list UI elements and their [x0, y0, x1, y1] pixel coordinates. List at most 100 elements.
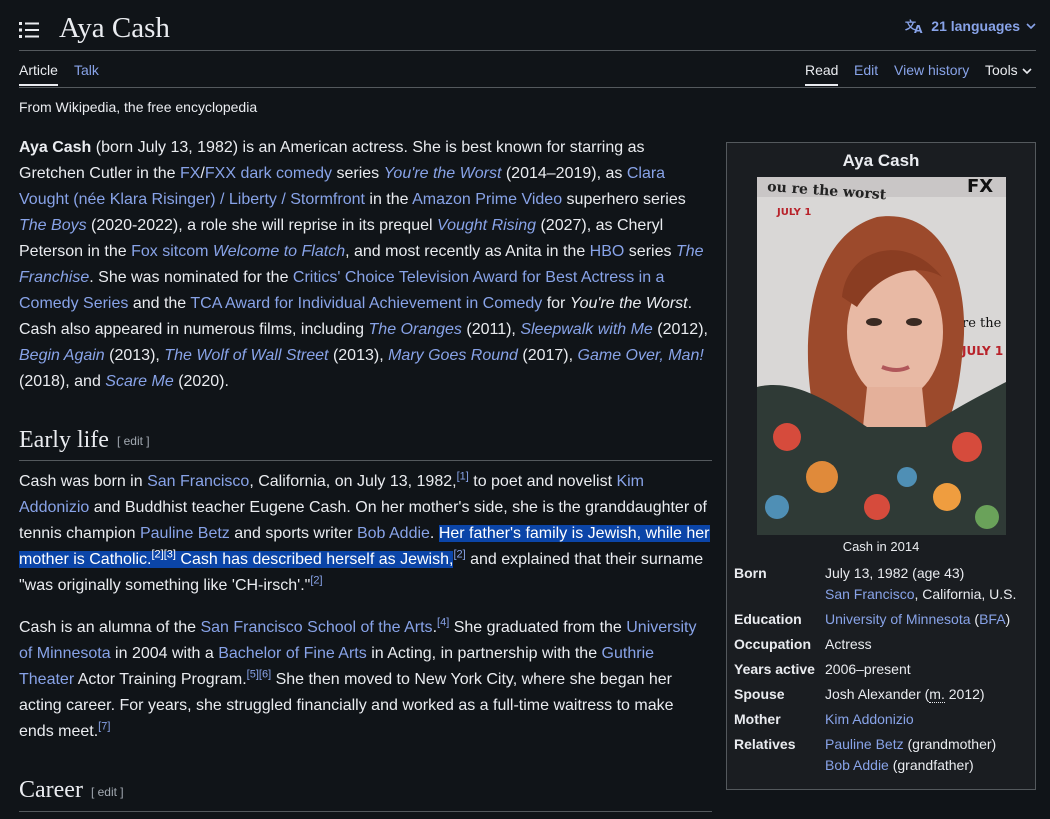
- link-dark-comedy[interactable]: dark comedy: [240, 165, 332, 182]
- text: (2020-2022), a role she will reprise in …: [86, 217, 437, 234]
- tab-view-history[interactable]: View history: [894, 62, 969, 84]
- page-tabs: Article Talk Read Edit View history Tool…: [19, 62, 1036, 88]
- link-begin-again[interactable]: Begin Again: [19, 347, 105, 364]
- link-san-francisco[interactable]: San Francisco: [825, 586, 914, 602]
- row-value: July 13, 1982 (age 43) San Francisco, Cal…: [825, 563, 1030, 605]
- link-the-boys[interactable]: The Boys: [19, 217, 87, 234]
- tab-talk[interactable]: Talk: [74, 62, 99, 84]
- link-sf-school-of-the-arts[interactable]: San Francisco School of the Arts: [200, 619, 432, 636]
- text: (2018), and: [19, 373, 106, 390]
- text: You're the Worst: [569, 295, 688, 312]
- infobox-row-years-active: Years active 2006–present: [734, 659, 1030, 680]
- citation-link[interactable]: [2]: [310, 575, 322, 587]
- row-label: Born: [734, 565, 767, 581]
- row-value: Actress: [825, 636, 872, 652]
- link-san-francisco[interactable]: San Francisco: [147, 473, 249, 490]
- text: (2013),: [104, 347, 165, 364]
- link-amazon-prime-video[interactable]: Amazon Prime Video: [412, 191, 562, 208]
- born-date: July 13, 1982 (age 43): [825, 565, 965, 581]
- infobox-caption: Cash in 2014: [842, 539, 920, 554]
- menu-icon[interactable]: [19, 21, 39, 39]
- edit-label: [ edit ]: [116, 434, 150, 449]
- text: She graduated from the: [449, 619, 627, 637]
- link-sitcom[interactable]: sitcom: [162, 243, 208, 260]
- citation-link[interactable]: [2]: [453, 549, 465, 561]
- link-bfa[interactable]: BFA: [979, 611, 1005, 627]
- svg-text:JULY 1: JULY 1: [961, 344, 1003, 358]
- infobox-row-relatives: Relatives Pauline Betz (grandmother) Bob …: [734, 734, 1030, 776]
- tab-edit[interactable]: Edit: [854, 62, 878, 84]
- edit-label: [ edit ]: [90, 784, 124, 799]
- row-label: Spouse: [734, 686, 785, 702]
- link-fx[interactable]: FX: [180, 165, 200, 182]
- text: Actor Training Program.: [74, 671, 247, 689]
- row-label: Relatives: [734, 736, 796, 752]
- article-body: Aya Cash (born July 13, 1982) is an Amer…: [19, 135, 712, 812]
- link-youre-the-worst[interactable]: You're the Worst: [384, 165, 502, 182]
- text: , California, on July 13, 1982,: [249, 473, 457, 491]
- link-welcome-to-flatch[interactable]: Welcome to Flatch: [213, 243, 345, 260]
- citation-link[interactable]: [3]: [164, 549, 176, 561]
- link-hbo[interactable]: HBO: [590, 243, 625, 260]
- tab-article[interactable]: Article: [19, 62, 58, 86]
- svg-text:A: A: [914, 23, 923, 34]
- link-fox[interactable]: Fox: [131, 243, 158, 260]
- language-button[interactable]: 文 A 21 languages: [905, 18, 1036, 34]
- infobox-title: Aya Cash: [842, 151, 920, 170]
- heading-text: Career: [19, 777, 83, 804]
- citation-link[interactable]: [4]: [437, 617, 449, 629]
- text: in the: [364, 191, 413, 208]
- infobox-row-born: Born July 13, 1982 (age 43) San Francisco…: [734, 563, 1030, 605]
- chevron-down-icon: [1026, 23, 1036, 30]
- link-the-oranges[interactable]: The Oranges: [369, 321, 462, 338]
- text: (2013),: [328, 347, 389, 364]
- tagline: From Wikipedia, the free encyclopedia: [19, 99, 258, 115]
- link-game-over-man[interactable]: Game Over, Man!: [578, 347, 704, 364]
- section-heading-career: Career [ edit ]: [19, 775, 712, 812]
- link-bob-addie[interactable]: Bob Addie: [825, 757, 889, 773]
- link-kim-addonizio[interactable]: Kim Addonizio: [825, 711, 914, 727]
- svg-text:re the: re the: [962, 316, 1002, 331]
- link-mary-goes-round[interactable]: Mary Goes Round: [388, 347, 518, 364]
- chevron-down-icon: [1022, 68, 1032, 75]
- link-vought-rising[interactable]: Vought Rising: [437, 217, 536, 234]
- link-university-of-minnesota[interactable]: University of Minnesota: [825, 611, 971, 627]
- edit-section-link[interactable]: [ edit ]: [91, 785, 124, 799]
- link-pauline-betz[interactable]: Pauline Betz: [825, 736, 904, 752]
- link-bachelor-of-fine-arts[interactable]: Bachelor of Fine Arts: [218, 645, 367, 662]
- text: (2011),: [461, 321, 521, 338]
- text: in 2004 with a: [110, 645, 219, 663]
- link-fxx[interactable]: FXX: [205, 165, 236, 182]
- row-label: Mother: [734, 711, 781, 727]
- text: (2012),: [652, 321, 708, 338]
- portrait-image: ou re the worst FX JULY 1 re the JULY 1: [757, 177, 1006, 535]
- infobox-row-mother: Mother Kim Addonizio: [734, 709, 1030, 730]
- text: to poet and novelist: [468, 473, 617, 491]
- infobox-photo[interactable]: ou re the worst FX JULY 1 re the JULY 1: [757, 177, 1006, 535]
- link-bob-addie[interactable]: Bob Addie: [357, 525, 430, 542]
- text: . She was nominated for the: [89, 269, 293, 286]
- edit-section-link[interactable]: [ edit ]: [117, 434, 150, 448]
- svg-text:JULY 1: JULY 1: [776, 207, 811, 218]
- tab-read[interactable]: Read: [805, 62, 839, 86]
- citation-link[interactable]: [5]: [247, 669, 259, 681]
- title-row: Aya Cash 文 A 21 languages: [19, 10, 1036, 50]
- text: Josh Alexander (: [825, 686, 930, 702]
- row-value: 2006–present: [825, 661, 911, 677]
- citation-link[interactable]: [2]: [152, 549, 164, 561]
- heading-text: Early life: [19, 427, 109, 453]
- link-pauline-betz[interactable]: Pauline Betz: [140, 525, 230, 542]
- row-value: University of Minnesota (BFA): [825, 609, 1030, 630]
- text: superhero series: [562, 191, 686, 208]
- link-sleepwalk-with-me[interactable]: Sleepwalk with Me: [520, 321, 653, 338]
- link-wolf-of-wall-street[interactable]: The Wolf of Wall Street: [164, 347, 328, 364]
- tools-menu[interactable]: Tools: [985, 62, 1032, 84]
- link-tca-award[interactable]: TCA Award for Individual Achievement in …: [190, 295, 542, 312]
- link-scare-me[interactable]: Scare Me: [105, 373, 173, 390]
- citation-link[interactable]: [7]: [98, 721, 110, 733]
- infobox-row-education: Education University of Minnesota (BFA): [734, 609, 1030, 630]
- citation-link[interactable]: [6]: [259, 669, 271, 681]
- tools-label: Tools: [985, 62, 1018, 78]
- text: Cash has described herself as Jewish,: [175, 551, 454, 569]
- citation-link[interactable]: [1]: [457, 471, 469, 483]
